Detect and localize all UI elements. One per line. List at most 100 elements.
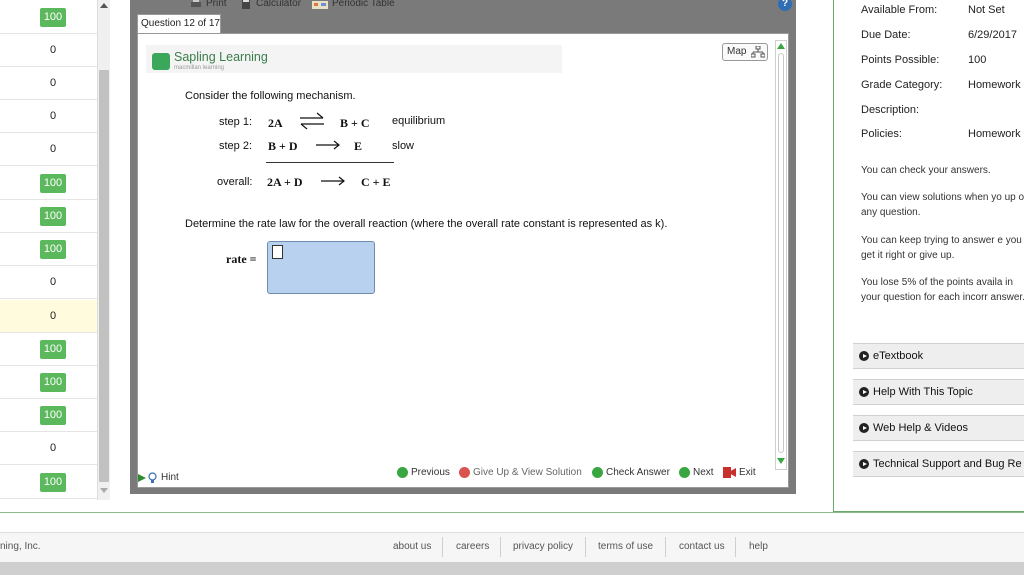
score-scrollbar[interactable] — [97, 0, 110, 500]
score-badge: 100 — [40, 373, 66, 392]
policies-label: Policies: — [861, 128, 902, 140]
right-arrow-icon — [321, 176, 345, 186]
due-date-value: 6/29/2017 — [968, 29, 1017, 41]
map-button[interactable]: Map — [722, 43, 768, 61]
calculator-button[interactable]: Calculator — [240, 0, 301, 9]
score-row[interactable]: 0 — [0, 133, 97, 166]
step1-label: step 1: — [219, 116, 253, 128]
content-divider — [0, 512, 1024, 513]
policies-value: Homework — [968, 128, 1021, 140]
score-badge: 0 — [49, 442, 57, 454]
score-badge: 100 — [40, 207, 66, 226]
sapling-logo-icon — [152, 53, 170, 70]
map-label: Map — [727, 46, 747, 57]
score-row[interactable]: 100 — [0, 333, 97, 366]
right-arrow-icon — [316, 140, 340, 150]
scroll-down-icon[interactable] — [777, 458, 785, 464]
brand-subtitle: macmillan learning — [174, 65, 225, 71]
score-badge: 0 — [49, 110, 57, 122]
score-row-current[interactable]: 0 — [0, 300, 97, 333]
question-scrollbar[interactable] — [775, 40, 787, 470]
score-row[interactable]: 100 — [0, 399, 97, 432]
grade-category-label: Grade Category: — [861, 79, 943, 91]
question-nav: Previous Give Up & View Solution Check A… — [137, 463, 767, 485]
next-icon — [679, 467, 690, 478]
step2-note: slow — [392, 140, 415, 152]
footer-careers-link[interactable]: careers — [456, 541, 489, 552]
calculator-label: Calculator — [256, 0, 302, 9]
play-circle-icon — [859, 459, 869, 469]
step2-label: step 2: — [219, 140, 253, 152]
tech-support-link[interactable]: Technical Support and Bug Re — [853, 451, 1024, 477]
score-list: 100 0 0 0 0 100 100 100 0 0 100 100 100 … — [0, 0, 110, 500]
step1-note: equilibrium — [392, 115, 446, 127]
score-row[interactable]: 0 — [0, 100, 97, 133]
score-badge: 0 — [49, 44, 57, 56]
periodic-table-icon — [312, 0, 328, 9]
score-row[interactable]: 100 — [0, 167, 97, 200]
policy-note: You can check your answers. — [861, 165, 991, 176]
web-help-link[interactable]: Web Help & Videos — [853, 415, 1024, 441]
tech-support-label: Technical Support and Bug Re — [873, 458, 1022, 470]
help-topic-label: Help With This Topic — [873, 386, 973, 398]
periodic-table-label: Periodic Table — [332, 0, 395, 9]
print-label: Print — [206, 0, 227, 9]
score-row[interactable]: 100 — [0, 1, 97, 34]
score-row[interactable]: 100 — [0, 233, 97, 266]
exit-button[interactable]: Exit — [723, 467, 756, 478]
footer-privacy-link[interactable]: privacy policy — [513, 541, 573, 552]
previous-button[interactable]: Previous — [397, 467, 450, 478]
map-icon — [751, 46, 765, 58]
scroll-up-icon[interactable] — [100, 3, 108, 8]
score-row[interactable]: 100 — [0, 366, 97, 399]
question-intro: Consider the following mechanism. — [185, 90, 356, 102]
browser-bottom-bar — [0, 562, 1024, 575]
scroll-up-icon[interactable] — [777, 43, 785, 49]
rate-answer-input[interactable] — [267, 241, 375, 294]
periodic-table-button[interactable]: Periodic Table — [312, 0, 395, 9]
page: 100 0 0 0 0 100 100 100 0 0 100 100 100 … — [0, 0, 1024, 575]
play-circle-icon — [859, 423, 869, 433]
available-from-value: Not Set — [968, 4, 1005, 16]
question-tab: Question 12 of 17 — [137, 14, 221, 33]
scroll-down-icon[interactable] — [100, 488, 108, 493]
overall-label: overall: — [217, 176, 253, 188]
scroll-thumb[interactable] — [778, 53, 784, 453]
footer-separator — [735, 537, 736, 557]
give-up-button[interactable]: Give Up & View Solution — [459, 467, 582, 478]
input-cursor-placeholder[interactable] — [272, 245, 283, 259]
check-answer-button[interactable]: Check Answer — [592, 467, 670, 478]
next-button[interactable]: Next — [679, 467, 714, 478]
score-badge: 100 — [40, 8, 66, 27]
check-answer-label: Check Answer — [606, 467, 670, 478]
points-possible-label: Points Possible: — [861, 54, 940, 66]
score-badge: 0 — [49, 276, 57, 288]
score-badge: 0 — [49, 143, 57, 155]
score-row[interactable]: 0 — [0, 266, 97, 299]
footer-about-link[interactable]: about us — [393, 541, 431, 552]
score-row[interactable]: 0 — [0, 34, 97, 67]
exit-label: Exit — [739, 467, 756, 478]
print-button[interactable]: Print — [190, 0, 227, 9]
footer-separator — [585, 537, 586, 557]
footer-contact-link[interactable]: contact us — [679, 541, 725, 552]
etextbook-link[interactable]: eTextbook — [853, 343, 1024, 369]
score-row[interactable]: 0 — [0, 67, 97, 100]
sum-line — [266, 162, 394, 163]
scroll-thumb[interactable] — [99, 70, 109, 482]
step2-products: E — [354, 139, 363, 153]
equilibrium-arrow-icon — [300, 112, 324, 130]
footer-help-link[interactable]: help — [749, 541, 768, 552]
calculator-icon — [242, 0, 250, 9]
score-badge: 0 — [49, 310, 57, 322]
check-icon — [592, 467, 603, 478]
help-topic-link[interactable]: Help With This Topic — [853, 379, 1024, 405]
exit-icon — [723, 467, 736, 478]
score-row[interactable]: 100 — [0, 200, 97, 233]
footer-separator — [442, 537, 443, 557]
score-row[interactable]: 100 — [0, 466, 97, 499]
policy-note: You can view solutions when yo up on any… — [861, 192, 1024, 218]
printer-icon — [191, 0, 201, 7]
footer-terms-link[interactable]: terms of use — [598, 541, 653, 552]
score-row[interactable]: 0 — [0, 432, 97, 465]
